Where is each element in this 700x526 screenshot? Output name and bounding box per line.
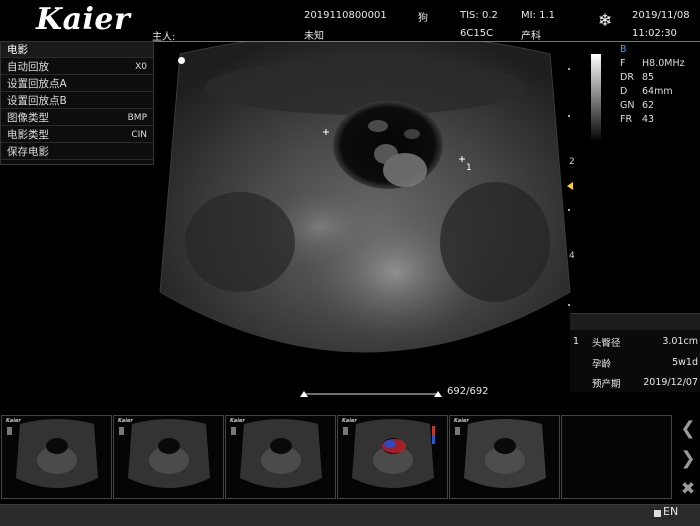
cine-thumbnail[interactable]: Kaier: [113, 415, 224, 499]
mode-label: B: [620, 44, 627, 55]
cine-menu-title: 电影: [1, 42, 153, 58]
status-bar: [0, 504, 700, 526]
orientation-marker-icon: [178, 57, 185, 64]
thumbnail-nav: ❮ ❯ ✖: [676, 418, 700, 504]
snowflake-icon[interactable]: ❄: [598, 11, 612, 31]
thumbnail-logo: Kaier: [230, 418, 245, 424]
menu-item-auto-replay[interactable]: 自动回放 X0: [1, 59, 153, 75]
measurement-panel-header: [570, 314, 700, 330]
gray-scale-bar: [591, 54, 601, 142]
thumbnail-logo: Kaier: [342, 418, 357, 424]
thumbnail-strip: Kaier Kaier Kaier Kaier Kaier: [0, 415, 672, 501]
depth-tick: [568, 115, 570, 117]
menu-item-set-point-a[interactable]: 设置回放点A: [1, 76, 153, 92]
keyboard-icon[interactable]: [654, 510, 661, 517]
param-gain: GN 62: [620, 100, 655, 111]
cine-menu: 电影 自动回放 X0 设置回放点A 设置回放点B 图像类型 BMP 电影类型 CIN …: [0, 41, 154, 165]
thumbnail-logo: Kaier: [118, 418, 133, 424]
species: 狗: [418, 13, 428, 24]
measurement-value-ga: 5w1d: [672, 357, 698, 368]
cine-progress-bar[interactable]: [300, 388, 442, 398]
mi-index: MI: 1.1: [521, 10, 556, 21]
param-frame-rate: FR 43: [620, 114, 655, 125]
menu-item-image-type[interactable]: 图像类型 BMP: [1, 110, 153, 126]
focus-marker-icon[interactable]: [567, 182, 573, 190]
measurement-index: 1: [573, 336, 580, 347]
language-indicator[interactable]: EN: [663, 505, 678, 518]
thumbnail-image: [231, 419, 322, 488]
ultrasound-image[interactable]: 1: [150, 42, 580, 372]
thumbnail-image: [7, 419, 98, 488]
owner-value: 未知: [304, 31, 324, 42]
depth-tick: [568, 209, 570, 211]
measurement-label-edd: 预产期: [592, 379, 621, 390]
cine-thumbnail[interactable]: Kaier: [225, 415, 336, 499]
tis-index: TIS: 0.2: [460, 10, 498, 21]
chevron-right-icon[interactable]: ❯: [678, 448, 698, 470]
thumbnail-image: [455, 419, 546, 488]
cine-frame-counter: 692/692: [447, 386, 489, 397]
cine-thumbnail[interactable]: [561, 415, 672, 499]
depth-tick: [568, 304, 570, 306]
depth-tick: [568, 68, 570, 70]
cine-thumbnail[interactable]: Kaier: [337, 415, 448, 499]
param-depth: D 64mm: [620, 86, 673, 97]
depth-label: 2: [569, 157, 575, 167]
cine-thumbnail[interactable]: Kaier: [449, 415, 560, 499]
thumbnail-image: [343, 419, 435, 488]
measurement-panel: 1 头臀径 3.01cm 孕龄 5w1d 预产期 2019/12/07: [570, 313, 700, 392]
thumbnail-logo: Kaier: [454, 418, 469, 424]
depth-label: 4: [569, 251, 575, 261]
exam-type: 产科: [521, 31, 541, 42]
measurement-value-crl: 3.01cm: [662, 336, 698, 347]
param-frequency: F H8.0MHz: [620, 58, 685, 69]
menu-item-save-cine[interactable]: 保存电影: [1, 144, 153, 160]
patient-id: 2019110800001: [304, 10, 387, 21]
menu-item-set-point-b[interactable]: 设置回放点B: [1, 93, 153, 109]
param-dynamic-range: DR 85: [620, 72, 655, 83]
caliper-label: 1: [466, 163, 472, 173]
measurement-label-ga: 孕龄: [592, 359, 612, 370]
measurement-label-crl: 头臀径: [592, 338, 621, 349]
menu-item-cine-type[interactable]: 电影类型 CIN: [1, 127, 153, 143]
chevron-left-icon[interactable]: ❮: [678, 418, 698, 440]
brand-logo: Kaier: [36, 2, 131, 37]
cine-thumbnail[interactable]: Kaier: [1, 415, 112, 499]
measurement-value-edd: 2019/12/07: [643, 377, 698, 388]
close-icon[interactable]: ✖: [678, 478, 698, 500]
exam-time: 11:02:30: [632, 28, 677, 39]
thumbnail-image: [119, 419, 210, 488]
exam-date: 2019/11/08: [632, 10, 690, 21]
thumbnail-logo: Kaier: [6, 418, 21, 424]
probe-name: 6C15C: [460, 28, 494, 39]
